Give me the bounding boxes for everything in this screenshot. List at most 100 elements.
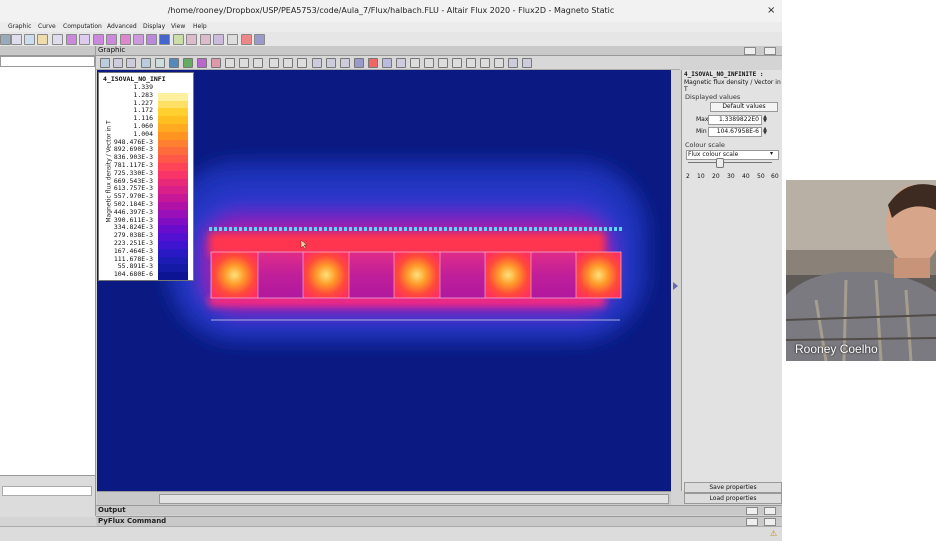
max-value-field[interactable]: 1.3389822E0 <box>708 115 762 125</box>
menu-view[interactable]: View <box>171 22 185 32</box>
max-spinner-icon[interactable]: ▲ ▼ <box>762 115 768 124</box>
colour-scale-slider-thumb[interactable] <box>716 158 724 168</box>
horizontal-scrollbar[interactable] <box>97 491 671 505</box>
draw-icon[interactable] <box>283 58 293 68</box>
isovalue-icon[interactable] <box>368 58 378 68</box>
legend-value: 223.251E-3 <box>113 239 153 247</box>
status-bar: ⚠ <box>0 526 782 541</box>
toolbar-tool-icon[interactable] <box>254 34 265 45</box>
legend-value: 446.397E-3 <box>113 207 153 216</box>
properties-panel: 4_ISOVAL_NO_INFINITE : Magnetic flux den… <box>681 70 782 504</box>
chevron-down-icon[interactable]: ▾ <box>770 150 773 157</box>
left-panel-selector[interactable] <box>0 56 95 67</box>
curve-icon[interactable] <box>410 58 420 68</box>
grid-icon[interactable] <box>340 58 350 68</box>
min-value-field[interactable]: 104.67958E-6 <box>708 127 762 137</box>
curve-icon[interactable] <box>494 58 504 68</box>
legend-title: 4_ISOVAL_NO_INFI <box>103 75 166 83</box>
menu-computation[interactable]: Computation <box>63 22 102 32</box>
scale-tick: 10 <box>697 173 705 180</box>
minimize-icon[interactable] <box>746 507 758 515</box>
grid-icon[interactable] <box>312 58 322 68</box>
colour-scale-select[interactable]: Flux colour scale <box>686 150 779 160</box>
toolbar-tool-icon[interactable] <box>0 34 11 45</box>
mesh-icon[interactable] <box>183 58 193 68</box>
colour-scale-slider-track[interactable] <box>688 162 772 163</box>
toolbar-tool-icon[interactable] <box>173 34 184 45</box>
toolbar-tool-icon[interactable] <box>52 34 63 45</box>
load-properties-button[interactable]: Load properties <box>684 493 782 504</box>
menu-help[interactable]: Help <box>193 22 207 32</box>
minimize-icon[interactable] <box>746 518 758 526</box>
scrollbar-thumb[interactable] <box>159 494 669 504</box>
toolbar-tool-icon[interactable] <box>120 34 131 45</box>
draw-icon[interactable] <box>297 58 307 68</box>
legend-value: 725.330E-3 <box>113 168 153 177</box>
expand-panel-icon[interactable] <box>673 282 678 290</box>
save-properties-button[interactable]: Save properties <box>684 482 782 493</box>
min-spinner-icon[interactable]: ▲ ▼ <box>762 127 768 136</box>
select-tool-icon[interactable] <box>100 58 110 68</box>
legend-value: 55.891E-3 <box>117 262 153 271</box>
output-label: Output <box>98 506 126 514</box>
legend-value: 279.038E-3 <box>113 231 153 240</box>
legend-value: 836.903E-3 <box>113 153 153 162</box>
toolbar-tool-icon[interactable] <box>11 34 22 45</box>
draw-icon[interactable] <box>269 58 279 68</box>
legend-value: 390.611E-3 <box>113 215 153 224</box>
menu-graphic[interactable]: Graphic <box>8 22 31 32</box>
legend-value: 1.004 <box>133 129 153 138</box>
maximize-icon[interactable] <box>764 518 776 526</box>
pan-icon[interactable] <box>155 58 165 68</box>
left-panel-input[interactable] <box>2 486 92 496</box>
arrow-icon[interactable] <box>396 58 406 68</box>
curve-icon[interactable] <box>466 58 476 68</box>
zoom-region-icon[interactable] <box>141 58 151 68</box>
maximize-icon[interactable] <box>764 47 776 55</box>
participant-video-frame <box>786 180 936 361</box>
toolbar-tool-icon[interactable] <box>37 34 48 45</box>
toolbar-tool-icon[interactable] <box>133 34 144 45</box>
toolbar-tool-icon[interactable] <box>66 34 77 45</box>
warning-icon[interactable]: ⚠ <box>770 529 777 538</box>
line-icon[interactable] <box>239 58 249 68</box>
grid-icon[interactable] <box>326 58 336 68</box>
menu-advanced[interactable]: Advanced <box>107 22 137 32</box>
menu-display[interactable]: Display <box>143 22 165 32</box>
curve-icon[interactable] <box>522 58 532 68</box>
output-panel-header[interactable]: Output <box>96 505 782 515</box>
close-icon[interactable]: × <box>767 5 775 16</box>
zoom-in-icon[interactable] <box>113 58 123 68</box>
arrow-icon[interactable] <box>382 58 392 68</box>
curve-icon[interactable] <box>480 58 490 68</box>
view-3d-icon[interactable] <box>169 58 179 68</box>
layer-icon[interactable] <box>211 58 221 68</box>
legend-swatch <box>158 272 188 281</box>
curve-icon[interactable] <box>508 58 518 68</box>
toolbar-tool-icon[interactable] <box>227 34 238 45</box>
default-values-button[interactable]: Default values <box>710 102 778 112</box>
minimize-icon[interactable] <box>744 47 756 55</box>
menu-curve[interactable]: Curve <box>38 22 56 32</box>
scale-tick: 60 <box>771 173 779 180</box>
toolbar-tool-icon[interactable] <box>24 34 35 45</box>
curve-icon[interactable] <box>424 58 434 68</box>
toolbar-tool-icon[interactable] <box>79 34 90 45</box>
toolbar-tool-icon[interactable] <box>200 34 211 45</box>
curve-icon[interactable] <box>438 58 448 68</box>
toolbar-tool-icon[interactable] <box>93 34 104 45</box>
toolbar-tool-icon[interactable] <box>159 34 170 45</box>
pyflux-panel-header[interactable]: PyFlux Command <box>96 516 782 526</box>
color-icon[interactable] <box>197 58 207 68</box>
toolbar-tool-icon[interactable] <box>186 34 197 45</box>
grid-icon[interactable] <box>354 58 364 68</box>
toolbar-tool-icon[interactable] <box>106 34 117 45</box>
curve-icon[interactable] <box>452 58 462 68</box>
face-icon[interactable] <box>253 58 263 68</box>
toolbar-tool-icon[interactable] <box>146 34 157 45</box>
zoom-out-icon[interactable] <box>126 58 136 68</box>
toolbar-tool-icon[interactable] <box>213 34 224 45</box>
toolbar-tool-icon[interactable] <box>241 34 252 45</box>
maximize-icon[interactable] <box>764 507 776 515</box>
point-icon[interactable] <box>225 58 235 68</box>
